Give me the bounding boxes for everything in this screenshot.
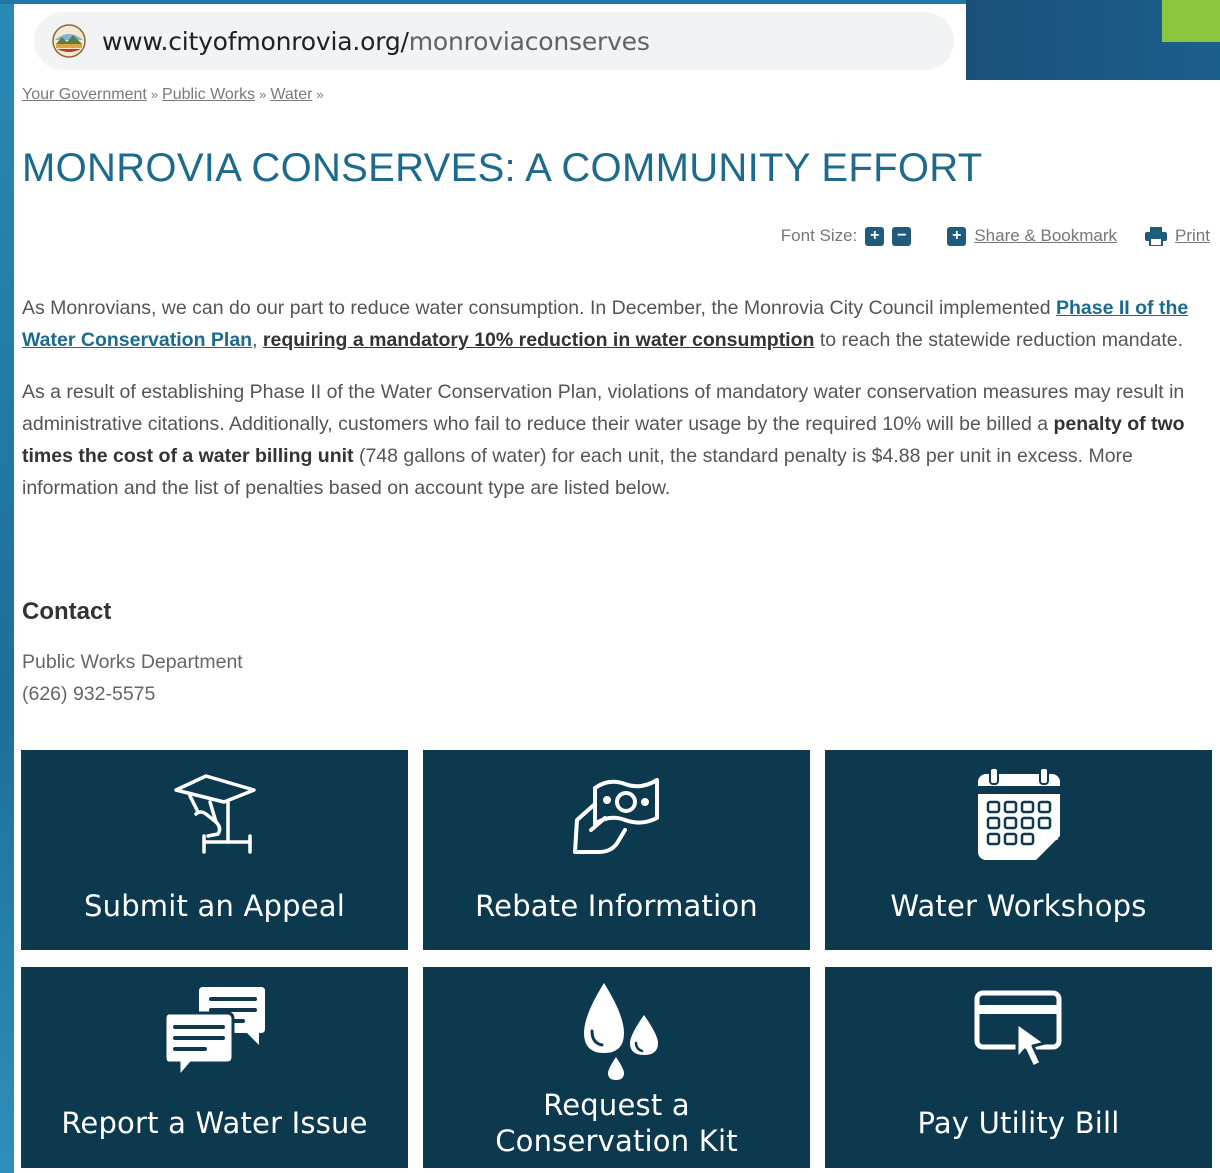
paragraph-1-text: , bbox=[252, 329, 263, 351]
printer-icon[interactable] bbox=[1145, 226, 1168, 246]
chat-bubbles-icon bbox=[163, 983, 265, 1084]
tile-pay-utility-bill[interactable]: Pay Utility Bill bbox=[825, 967, 1212, 1168]
paragraph-1: As Monrovians, we can do our part to red… bbox=[22, 292, 1202, 356]
tile-rebate-information[interactable]: Rebate Information bbox=[423, 750, 810, 950]
tile-label: Pay Utility Bill bbox=[917, 1106, 1120, 1140]
page-title: MONROVIA CONSERVES: A COMMUNITY EFFORT bbox=[22, 146, 983, 190]
tile-label: Rebate Information bbox=[475, 889, 758, 923]
slide-green-accent bbox=[1162, 0, 1220, 42]
print-link[interactable]: Print bbox=[1175, 226, 1210, 246]
paragraph-2: As a result of establishing Phase II of … bbox=[22, 376, 1202, 504]
font-size-label: Font Size: bbox=[780, 226, 858, 245]
calendar-icon bbox=[974, 766, 1064, 869]
tile-request-conservation-kit[interactable]: Request a Conservation Kit bbox=[423, 967, 810, 1168]
breadcrumb-your-government[interactable]: Your Government bbox=[22, 86, 147, 103]
tile-label: Request a Conservation Kit bbox=[495, 1088, 738, 1158]
breadcrumb: Your Government» Public Works» Water» bbox=[22, 86, 328, 104]
intro-text: As Monrovians, we can do our part to red… bbox=[22, 292, 1202, 524]
breadcrumb-water[interactable]: Water bbox=[270, 86, 312, 103]
contact-info: Public Works Department (626) 932-5575 bbox=[22, 646, 243, 710]
browser-address-bar: www.cityofmonrovia.org/monroviaconserves bbox=[14, 4, 966, 80]
tile-water-workshops[interactable]: Water Workshops bbox=[825, 750, 1212, 950]
url-domain: www.cityofmonrovia.org/ bbox=[102, 26, 409, 56]
breadcrumb-separator: » bbox=[316, 87, 324, 102]
paragraph-2-text: As a result of establishing Phase II of … bbox=[22, 381, 1185, 435]
share-plus-icon[interactable]: + bbox=[947, 226, 967, 246]
paragraph-1-text: As Monrovians, we can do our part to red… bbox=[22, 297, 1056, 319]
mandatory-reduction-link[interactable]: requiring a mandatory 10% reduction in w… bbox=[263, 329, 815, 351]
font-decrease-button[interactable]: − bbox=[892, 226, 912, 246]
gavel-hand-icon bbox=[170, 772, 260, 861]
page-tools: Font Size: + − + Share & Bookmark Print bbox=[781, 226, 1210, 246]
url-text: www.cityofmonrovia.org/monroviaconserves bbox=[102, 27, 650, 56]
breadcrumb-separator: » bbox=[259, 87, 267, 102]
tile-report-water-issue[interactable]: Report a Water Issue bbox=[21, 967, 408, 1168]
url-path: monroviaconserves bbox=[408, 26, 650, 56]
water-drops-icon bbox=[572, 981, 662, 1086]
tile-label: Report a Water Issue bbox=[61, 1106, 368, 1140]
slide-backdrop-left bbox=[0, 0, 14, 1173]
font-increase-button[interactable]: + bbox=[865, 226, 885, 246]
breadcrumb-public-works[interactable]: Public Works bbox=[162, 86, 255, 103]
city-seal-icon bbox=[52, 24, 86, 58]
tile-submit-appeal[interactable]: Submit an Appeal bbox=[21, 750, 408, 950]
breadcrumb-separator: » bbox=[150, 87, 159, 102]
tile-label: Submit an Appeal bbox=[84, 889, 345, 923]
web-page: Your Government» Public Works» Water» MONR… bbox=[14, 80, 1220, 1173]
contact-department: Public Works Department bbox=[22, 651, 243, 673]
share-bookmark-link[interactable]: Share & Bookmark bbox=[974, 226, 1117, 246]
contact-heading: Contact bbox=[22, 598, 112, 625]
credit-card-click-icon bbox=[973, 989, 1065, 1084]
tile-label: Water Workshops bbox=[890, 889, 1147, 923]
url-field[interactable]: www.cityofmonrovia.org/monroviaconserves bbox=[34, 12, 954, 70]
paragraph-1-text: to reach the statewide reduction mandate… bbox=[814, 329, 1183, 351]
contact-phone: (626) 932-5575 bbox=[22, 683, 156, 705]
money-hand-icon bbox=[569, 774, 665, 861]
